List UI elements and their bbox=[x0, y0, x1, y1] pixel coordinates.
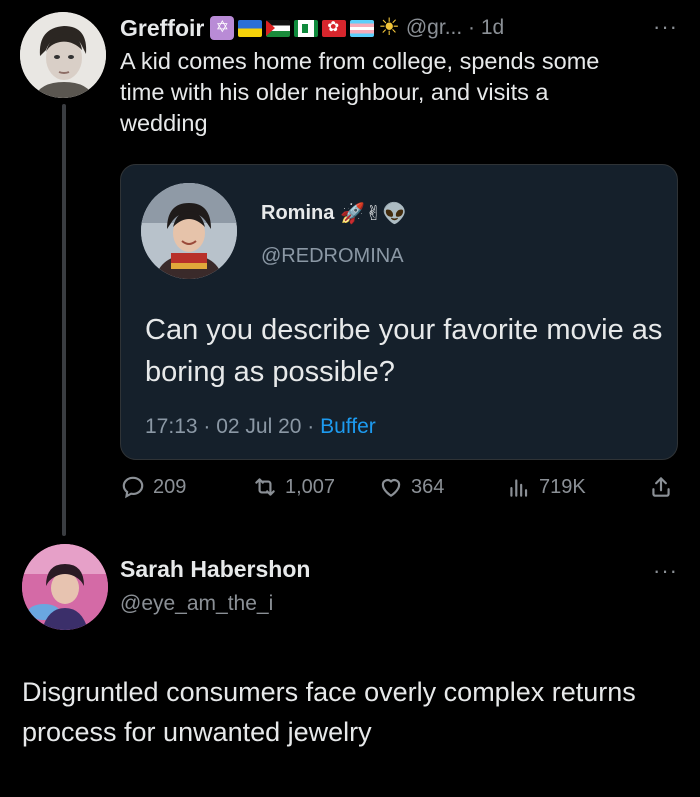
reply-author-avatar[interactable] bbox=[22, 544, 108, 630]
author-name[interactable]: Greffoir bbox=[120, 15, 204, 42]
views-button[interactable]: 719K bbox=[506, 474, 586, 500]
more-options-icon[interactable]: ··· bbox=[653, 14, 678, 40]
tweet-reply[interactable]: Sarah Habershon @eye_am_the_i ··· Disgru… bbox=[0, 540, 700, 797]
views-count: 719K bbox=[539, 475, 586, 498]
reply-more-options-icon[interactable]: ··· bbox=[653, 558, 678, 584]
author-avatar[interactable] bbox=[20, 12, 106, 98]
hong-kong-flag-icon bbox=[322, 18, 347, 37]
reply-icon bbox=[122, 476, 144, 499]
retweet-count: 1,007 bbox=[285, 475, 336, 498]
thread-connector-line bbox=[62, 104, 66, 536]
author-handle-time[interactable]: @gr... · 1d bbox=[406, 16, 504, 40]
quoted-tweet-card[interactable]: Romina 🚀✌👽 @REDROMINA Can you describe y… bbox=[120, 164, 678, 460]
tweet-actions-bar: 209 1,007 364 719K bbox=[120, 474, 680, 510]
reply-tweet-text: Disgruntled consumers face overly comple… bbox=[22, 677, 636, 747]
like-count: 364 bbox=[411, 475, 445, 498]
retweet-button[interactable]: 1,007 bbox=[252, 474, 335, 500]
star-of-david-emoji-icon: ✡ bbox=[210, 16, 235, 40]
reply-author-handle[interactable]: @eye_am_the_i bbox=[120, 592, 273, 616]
ukraine-flag-icon bbox=[238, 19, 263, 37]
reply-count: 209 bbox=[153, 475, 187, 498]
palestine-flag-icon bbox=[266, 19, 291, 37]
quoted-author-name: Romina bbox=[261, 202, 335, 224]
trans-flag-icon bbox=[350, 19, 375, 37]
tweet-text: A kid comes home from college, spends so… bbox=[120, 48, 600, 136]
like-button[interactable]: 364 bbox=[378, 474, 444, 500]
share-button[interactable] bbox=[648, 474, 674, 500]
heart-icon bbox=[381, 479, 401, 497]
green-white-flag-icon bbox=[294, 19, 319, 37]
tweet-main[interactable]: Greffoir ✡ ☀ @gr... · 1d ··· A kid comes… bbox=[0, 0, 700, 540]
tweet-header: Greffoir ✡ ☀ @gr... · 1d bbox=[120, 12, 504, 44]
retweet-icon bbox=[255, 478, 275, 496]
reply-author-name[interactable]: Sarah Habershon bbox=[120, 556, 310, 583]
quoted-timestamp[interactable]: 17:13 · 02 Jul 20 · bbox=[145, 415, 320, 438]
quoted-source-link[interactable]: Buffer bbox=[320, 415, 376, 438]
quoted-tweet-meta: 17:13 · 02 Jul 20 · Buffer bbox=[145, 415, 376, 439]
views-bar-chart-icon bbox=[510, 479, 528, 497]
name-badges: ✡ ☀ bbox=[210, 16, 400, 40]
quoted-author-handle[interactable]: @REDROMINA bbox=[261, 245, 404, 268]
quoted-author-avatar[interactable] bbox=[141, 183, 237, 279]
share-icon bbox=[652, 477, 670, 497]
reply-button[interactable]: 209 bbox=[120, 474, 186, 500]
sun-emoji-icon: ☀ bbox=[378, 14, 400, 41]
quoted-tweet-text: Can you describe your favorite movie as … bbox=[145, 314, 663, 388]
quoted-author-name-row[interactable]: Romina 🚀✌👽 bbox=[261, 201, 407, 226]
quoted-author-emojis: 🚀✌👽 bbox=[340, 203, 407, 225]
